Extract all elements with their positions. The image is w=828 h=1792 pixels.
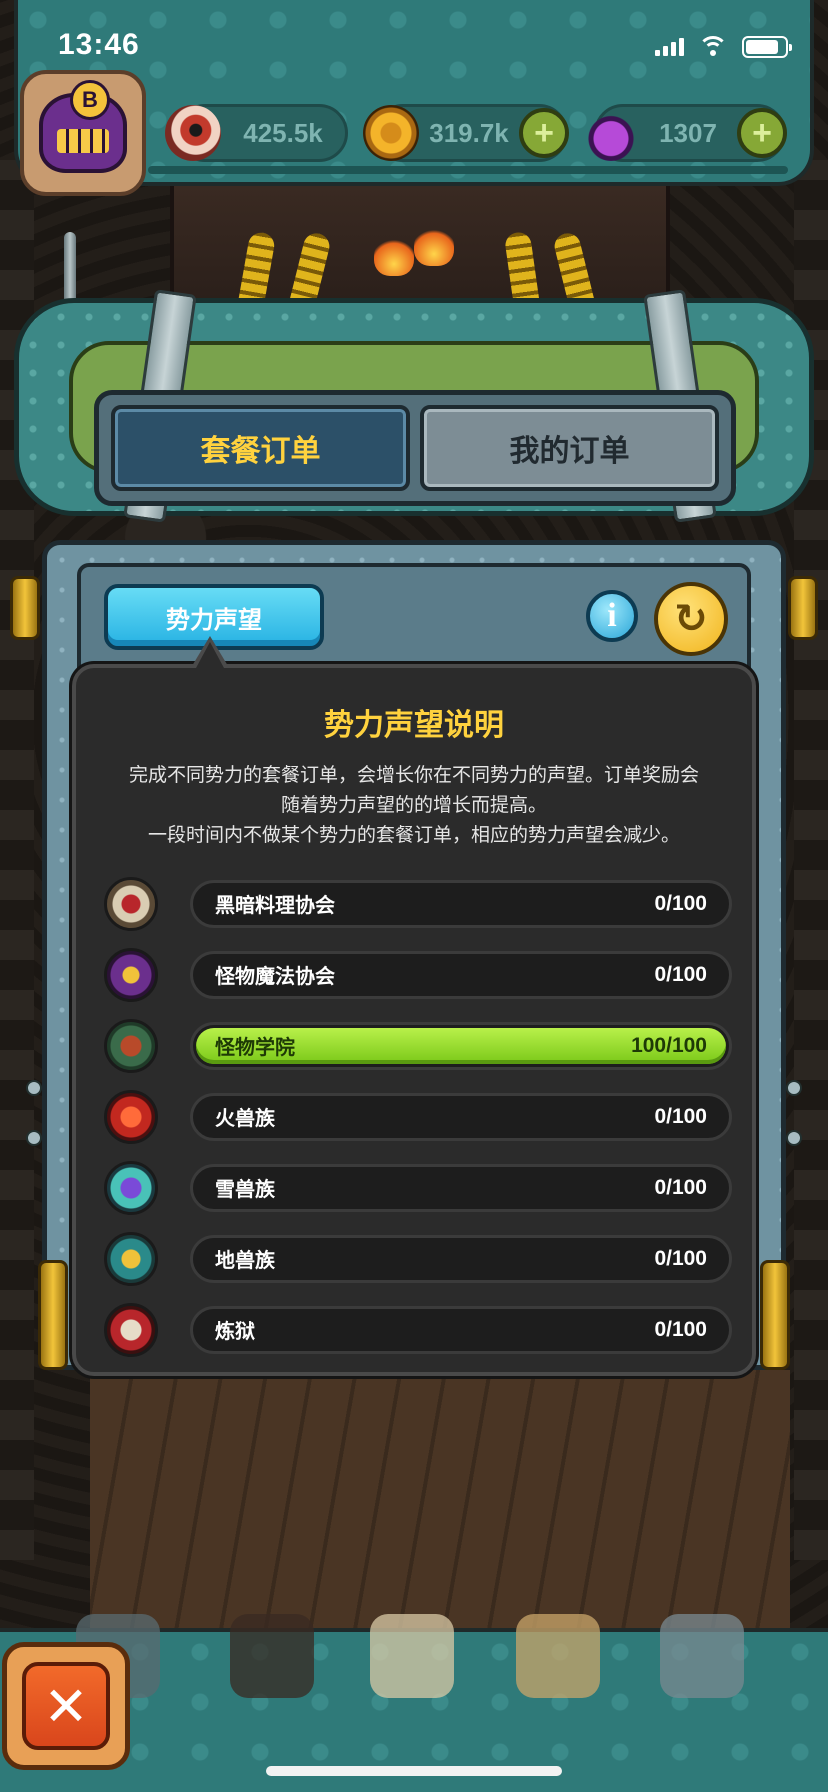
faction-row: 怪物学院 100/100 bbox=[102, 1010, 732, 1081]
tooltip-line: 一段时间内不做某个势力的套餐订单，相应的势力声望会减少。 bbox=[147, 824, 680, 846]
faction-progress-bar: 地兽族 0/100 bbox=[190, 1234, 732, 1283]
faction-name: 炼狱 bbox=[215, 1319, 255, 1343]
tooltip-line: 随着势力声望的的增长而提高。 bbox=[280, 794, 547, 816]
faction-row: 地兽族 0/100 bbox=[102, 1223, 732, 1294]
eyeball-currency: 425.5k bbox=[165, 104, 348, 162]
refresh-icon[interactable]: ↻ bbox=[654, 582, 728, 656]
faction-row: 怪物魔法协会 0/100 bbox=[102, 939, 732, 1010]
tab-set-orders[interactable]: 套餐订单 bbox=[111, 405, 410, 491]
faction-reputation-tooltip: 势力声望说明 完成不同势力的套餐订单，会增长你在不同势力的声望。订单奖励会 随着… bbox=[72, 664, 756, 1376]
potion-amount: 1307 bbox=[659, 117, 717, 148]
faction-progress-bar: 火兽族 0/100 bbox=[190, 1092, 732, 1141]
faction-progress: 0/100 bbox=[654, 1175, 707, 1199]
cellular-signal-icon bbox=[655, 38, 684, 56]
side-clip bbox=[10, 576, 40, 640]
purgatory-emblem-icon bbox=[104, 1302, 158, 1357]
faction-name: 雪兽族 bbox=[215, 1177, 275, 1201]
faction-progress: 100/100 bbox=[631, 1033, 707, 1057]
bolt bbox=[26, 1130, 42, 1146]
faction-progress: 0/100 bbox=[654, 1104, 707, 1128]
close-button[interactable]: ✕ bbox=[2, 1642, 130, 1770]
potion-currency: 1307 + bbox=[583, 104, 787, 162]
grid-menu-icon[interactable] bbox=[660, 1614, 744, 1698]
potion-icon bbox=[583, 105, 639, 161]
tooltip-description: 完成不同势力的套餐订单，会增长你在不同势力的声望。订单奖励会 随着势力声望的的增… bbox=[106, 760, 722, 850]
tooltip-pointer bbox=[192, 636, 228, 668]
eyeball-amount: 425.5k bbox=[243, 117, 323, 148]
add-potions-button[interactable]: + bbox=[737, 108, 787, 158]
status-icons bbox=[655, 36, 792, 58]
faction-name: 地兽族 bbox=[215, 1248, 275, 1272]
dark-cuisine-emblem-icon bbox=[104, 876, 158, 931]
tooltip-title: 势力声望说明 bbox=[324, 708, 504, 743]
eyeball-icon bbox=[165, 105, 221, 161]
order-tabs: 套餐订单 我的订单 bbox=[94, 390, 736, 506]
side-clip bbox=[38, 1260, 68, 1370]
money-bag-icon[interactable] bbox=[516, 1614, 600, 1698]
fire-decoration bbox=[414, 226, 454, 266]
fire-decoration bbox=[374, 236, 414, 276]
faction-name: 怪物学院 bbox=[215, 1035, 295, 1059]
side-clip bbox=[788, 576, 818, 640]
tooltip-line: 完成不同势力的套餐订单，会增长你在不同势力的声望。订单奖励会 bbox=[128, 764, 699, 786]
faction-progress: 0/100 bbox=[654, 962, 707, 986]
rank-badge: B bbox=[70, 80, 110, 120]
fire-beast-emblem-icon bbox=[104, 1089, 158, 1144]
coin-amount: 319.7k bbox=[429, 117, 509, 148]
book-icon[interactable] bbox=[370, 1614, 454, 1698]
monster-academy-emblem-icon bbox=[104, 1018, 158, 1073]
bolt bbox=[26, 1080, 42, 1096]
status-time: 13:46 bbox=[58, 28, 140, 61]
faction-progress-bar: 雪兽族 0/100 bbox=[190, 1163, 732, 1212]
room-scene bbox=[90, 1370, 790, 1630]
faction-progress: 0/100 bbox=[654, 891, 707, 915]
coin-currency: 319.7k + bbox=[363, 104, 569, 162]
bolt bbox=[786, 1080, 802, 1096]
faction-row: 雪兽族 0/100 bbox=[102, 1152, 732, 1223]
faction-row: 火兽族 0/100 bbox=[102, 1081, 732, 1152]
tab-my-orders[interactable]: 我的订单 bbox=[420, 405, 719, 491]
side-clip bbox=[760, 1260, 790, 1370]
faction-progress-bar: 炼狱 0/100 bbox=[190, 1305, 732, 1354]
add-coins-button[interactable]: + bbox=[519, 108, 569, 158]
bolt bbox=[786, 1130, 802, 1146]
wifi-icon bbox=[698, 36, 728, 58]
faction-name: 怪物魔法协会 bbox=[215, 964, 335, 988]
faction-progress-bar: 黑暗料理协会 0/100 bbox=[190, 879, 732, 928]
coin-icon bbox=[363, 105, 419, 161]
snow-beast-emblem-icon bbox=[104, 1160, 158, 1215]
earth-beast-emblem-icon bbox=[104, 1231, 158, 1286]
home-indicator[interactable] bbox=[266, 1766, 562, 1776]
battery-icon bbox=[742, 36, 792, 58]
faction-row: 黑暗料理协会 0/100 bbox=[102, 868, 732, 939]
faction-list: 黑暗料理协会 0/100 怪物魔法协会 0/100 怪物学院 100/100 火… bbox=[102, 868, 732, 1365]
close-icon: ✕ bbox=[22, 1662, 110, 1750]
faction-progress: 0/100 bbox=[654, 1246, 707, 1270]
faction-name: 火兽族 bbox=[215, 1106, 275, 1130]
faction-row: 炼狱 0/100 bbox=[102, 1294, 732, 1365]
monster-magic-emblem-icon bbox=[104, 947, 158, 1002]
monster-icon[interactable] bbox=[230, 1614, 314, 1698]
faction-name: 黑暗料理协会 bbox=[215, 893, 335, 917]
faction-progress-bar: 怪物学院 100/100 bbox=[190, 1021, 732, 1070]
info-icon[interactable]: i bbox=[586, 590, 638, 642]
player-avatar[interactable]: B bbox=[20, 70, 146, 196]
faction-progress-bar: 怪物魔法协会 0/100 bbox=[190, 950, 732, 999]
faction-progress: 0/100 bbox=[654, 1317, 707, 1341]
